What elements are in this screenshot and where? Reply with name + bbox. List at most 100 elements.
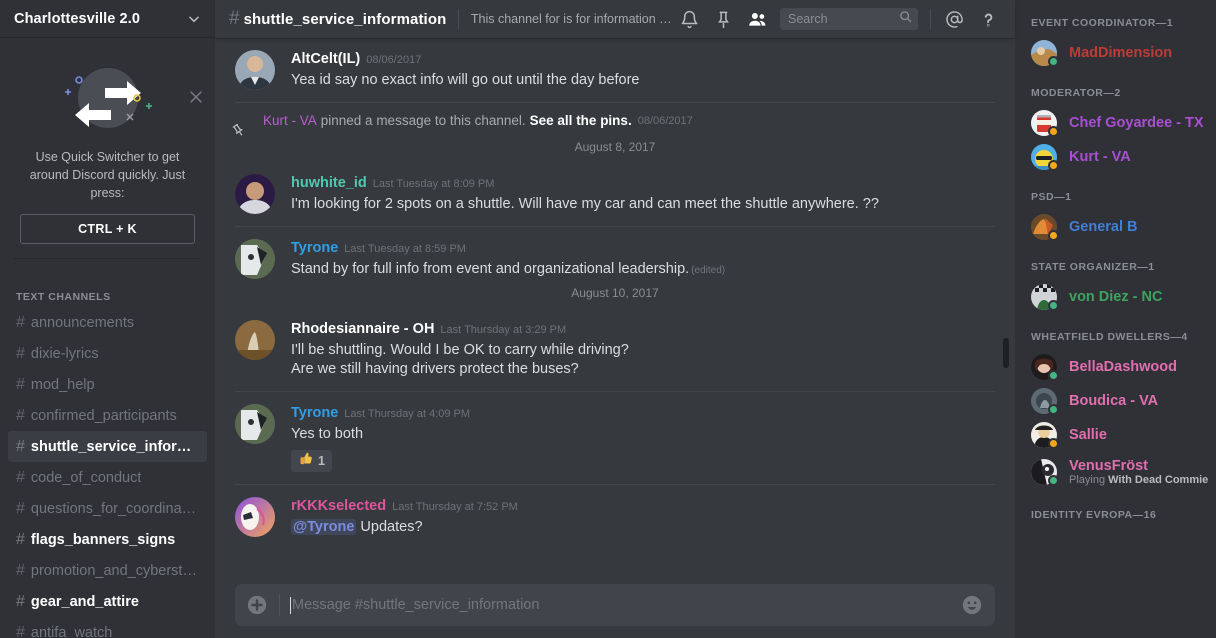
- pin-author[interactable]: Kurt - VA: [263, 113, 317, 128]
- text-caret: [290, 597, 291, 614]
- sidebar-channel-code-of-conduct[interactable]: #code_of_conduct: [8, 462, 207, 493]
- message-author[interactable]: Rhodesiannaire - OH: [291, 321, 434, 337]
- member-row[interactable]: Sallie: [1015, 418, 1216, 452]
- channel-name: flags_banners_signs: [31, 532, 175, 548]
- see-all-pins-link[interactable]: See all the pins.: [530, 113, 632, 128]
- help-icon[interactable]: [971, 2, 1005, 36]
- scrollbar-thumb[interactable]: [1003, 338, 1009, 368]
- channel-name: shuttle_service_informat…: [31, 439, 199, 455]
- sidebar-channel-antifa-watch[interactable]: #antifa_watch: [8, 617, 207, 638]
- avatar: [1031, 214, 1057, 240]
- message-author[interactable]: rKKKselected: [291, 498, 386, 514]
- message: rKKKselected Last Thursday at 7:52 PM @Tyr…: [215, 485, 1015, 539]
- message: huwhite_idLast Tuesday at 8:09 PMI'm loo…: [215, 162, 1015, 216]
- sidebar-channel-shuttle-service-informat-[interactable]: #shuttle_service_informat…: [8, 431, 207, 462]
- message-header: TyroneLast Thursday at 4:09 PM: [291, 404, 995, 423]
- message-composer: Message #shuttle_service_information: [215, 584, 1015, 638]
- message-text: Are we still having drivers protect the …: [291, 360, 995, 379]
- channel-name: mod_help: [31, 377, 95, 393]
- member-row[interactable]: General B: [1015, 210, 1216, 244]
- hash-icon: #: [16, 593, 25, 611]
- emoji-picker-icon[interactable]: [961, 594, 983, 616]
- message-author[interactable]: Tyrone: [291, 240, 338, 256]
- message-author[interactable]: huwhite_id: [291, 175, 367, 191]
- member-row[interactable]: Chef Goyardee - TX: [1015, 106, 1216, 140]
- search-box[interactable]: [780, 8, 918, 30]
- message-header: TyroneLast Tuesday at 8:59 PM: [291, 239, 995, 258]
- member-row[interactable]: von Diez - NC: [1015, 280, 1216, 314]
- channel-name: confirmed_participants: [31, 408, 177, 424]
- sidebar-channel-gear-and-attire[interactable]: #gear_and_attire: [8, 586, 207, 617]
- reaction-thumbsup[interactable]: 1: [291, 450, 332, 472]
- member-name: Sallie: [1069, 427, 1107, 443]
- member-row[interactable]: Kurt - VA: [1015, 140, 1216, 174]
- server-header[interactable]: Charlottesville 2.0: [0, 0, 215, 38]
- status-badge-online: [1048, 370, 1059, 381]
- sidebar-channel-promotion-and-cyberstr-[interactable]: #promotion_and_cyberstr…: [8, 555, 207, 586]
- member-row[interactable]: Boudica - VA: [1015, 384, 1216, 418]
- timestamp: Last Thursday at 7:52 PM: [392, 501, 518, 513]
- hash-icon: #: [16, 407, 25, 425]
- composer-placeholder: Message #shuttle_service_information: [292, 597, 539, 613]
- avatar[interactable]: [235, 497, 275, 537]
- mentions-icon[interactable]: [937, 2, 971, 36]
- message-author[interactable]: Tyrone: [291, 405, 338, 421]
- sidebar-channel-dixie-lyrics[interactable]: #dixie-lyrics: [8, 338, 207, 369]
- divider: [930, 9, 931, 29]
- member-group-title: PSD—1: [1015, 174, 1216, 210]
- message: Rhodesiannaire - OHLast Thursday at 3:29…: [215, 308, 1015, 381]
- members-icon[interactable]: [740, 2, 774, 36]
- pin-icon[interactable]: [706, 2, 740, 36]
- member-name: MadDimension: [1069, 45, 1172, 61]
- sidebar-channel-flags-banners-signs[interactable]: #flags_banners_signs: [8, 524, 207, 555]
- channel-name: questions_for_coordinat…: [31, 501, 199, 517]
- member-row[interactable]: MadDimension: [1015, 36, 1216, 70]
- member-group-title: IDENTITY EVROPA—16: [1015, 492, 1216, 528]
- member-list: EVENT COORDINATOR—1MadDimensionMODERATOR…: [1015, 0, 1216, 638]
- member-activity: Playing With Dead Commies: [1069, 474, 1208, 487]
- status-badge-idle: [1048, 126, 1059, 137]
- member-row[interactable]: BellaDashwood: [1015, 350, 1216, 384]
- channel-list: TEXT CHANNELS #announcements#dixie-lyric…: [0, 277, 215, 638]
- status-badge-online: [1048, 56, 1059, 67]
- message-text: I'll be shuttling. Would I be OK to carr…: [291, 341, 995, 360]
- avatar[interactable]: [235, 174, 275, 214]
- message: TyroneLast Tuesday at 8:59 PMStand by fo…: [215, 227, 1015, 282]
- reaction-count: 1: [318, 454, 325, 468]
- chevron-down-icon[interactable]: [187, 12, 201, 26]
- channel-name: announcements: [31, 315, 134, 331]
- add-attachment-icon[interactable]: [235, 594, 279, 616]
- avatar[interactable]: [235, 404, 275, 444]
- channel-name: dixie-lyrics: [31, 346, 99, 362]
- channel-category-label[interactable]: TEXT CHANNELS: [0, 291, 215, 307]
- hash-icon: #: [16, 376, 25, 394]
- channel-title: shuttle_service_information: [244, 11, 447, 28]
- avatar: [1031, 422, 1057, 448]
- message-author[interactable]: AltCelt(IL): [291, 51, 360, 67]
- avatar[interactable]: [235, 320, 275, 360]
- status-badge-idle: [1048, 438, 1059, 449]
- bell-icon[interactable]: [672, 2, 706, 36]
- pin-text: pinned a message to this channel.: [321, 113, 526, 128]
- sidebar-channel-announcements[interactable]: # announcements: [8, 307, 207, 338]
- user-mention[interactable]: @Tyrone: [291, 519, 356, 535]
- search-input[interactable]: [788, 12, 899, 26]
- member-name: BellaDashwood: [1069, 359, 1177, 375]
- composer-box[interactable]: Message #shuttle_service_information: [235, 584, 995, 626]
- avatar[interactable]: [235, 239, 275, 279]
- search-icon: [899, 10, 912, 28]
- avatar[interactable]: [235, 50, 275, 90]
- message-scrollbar[interactable]: [1003, 38, 1009, 584]
- channel-topic[interactable]: This channel for is for information on t…: [471, 12, 672, 26]
- hash-icon: #: [229, 8, 240, 30]
- hash-icon: #: [16, 314, 25, 332]
- quick-switcher-arrows-icon: [14, 62, 201, 140]
- sidebar-channel-questions-for-coordinat-[interactable]: #questions_for_coordinat…: [8, 493, 207, 524]
- sidebar-channel-mod-help[interactable]: # mod_help: [8, 369, 207, 400]
- channel-name: promotion_and_cyberstr…: [31, 563, 199, 579]
- member-row[interactable]: VenusFröstPlaying With Dead Commies: [1015, 452, 1216, 492]
- quick-switcher-shortcut-button[interactable]: CTRL + K: [20, 214, 195, 244]
- message-input[interactable]: Message #shuttle_service_information: [280, 597, 961, 613]
- sidebar-channel-confirmed-participants[interactable]: # confirmed_participants: [8, 400, 207, 431]
- thumbsup-emoji: [298, 451, 313, 471]
